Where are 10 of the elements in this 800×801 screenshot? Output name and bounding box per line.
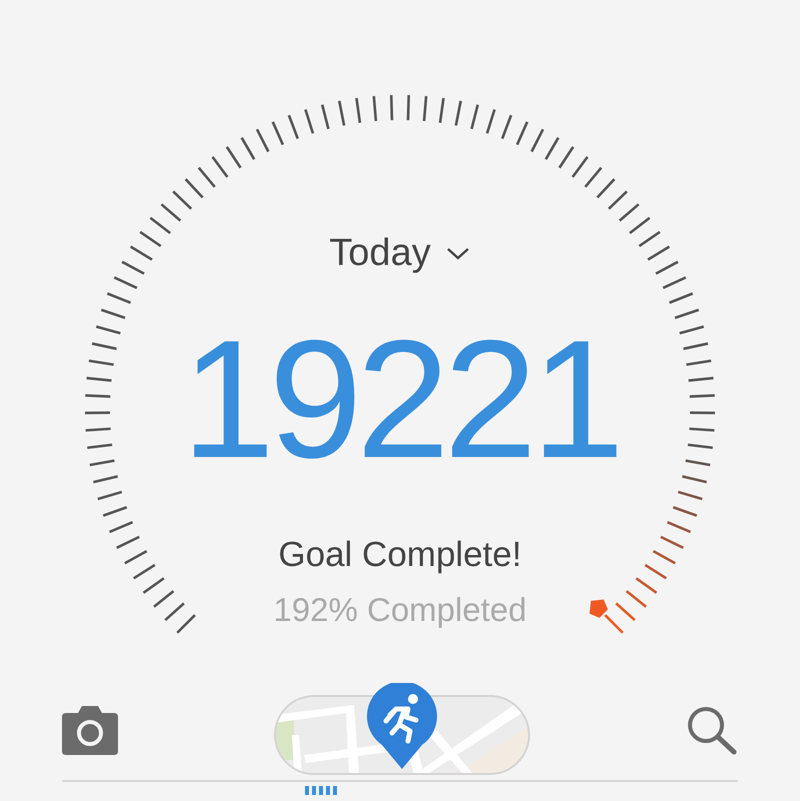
goal-status: Goal Complete! (278, 535, 522, 575)
runner-pin-icon[interactable] (366, 683, 438, 771)
chevron-down-icon (444, 246, 471, 262)
camera-icon[interactable] (62, 705, 118, 755)
step-count: 19221 (181, 315, 619, 483)
gauge-marker (590, 600, 608, 618)
bar-chart-drawing (305, 786, 339, 795)
search-icon[interactable] (686, 705, 738, 755)
period-dropdown[interactable]: Today (329, 232, 471, 275)
goal-percent: 192% Completed (273, 591, 527, 629)
